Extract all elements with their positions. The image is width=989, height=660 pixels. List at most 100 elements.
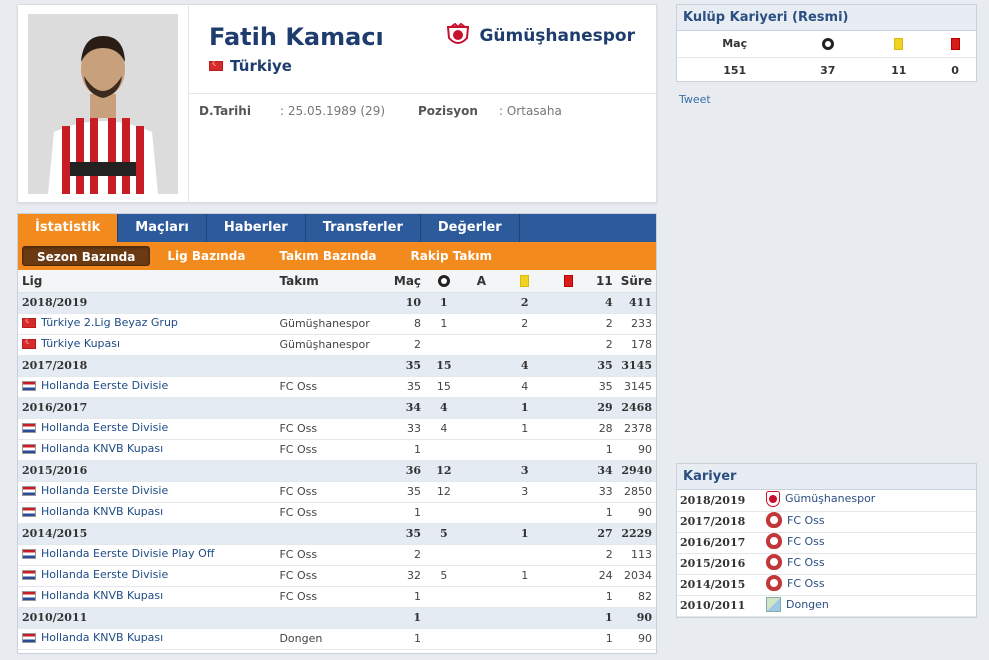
player-country-label: Türkiye	[230, 57, 292, 75]
league-link[interactable]: Hollanda KNVB Kupası	[22, 589, 163, 602]
stats-table: Lig Takım Maç A 11 Süre 2018/2019 10 1 2 4 41…	[18, 270, 656, 650]
league-link[interactable]: Türkiye Kupası	[22, 337, 120, 350]
subtab-lig-bazinda[interactable]: Lig Bazında	[150, 246, 262, 266]
tab-transferler[interactable]: Transferler	[306, 214, 421, 242]
league-link[interactable]: Hollanda Eerste Divisie Play Off	[22, 547, 214, 560]
starts-cell: 29	[586, 397, 617, 419]
subtab-rakip-takim[interactable]: Rakip Takım	[394, 246, 510, 266]
starts-cell: 28	[586, 418, 617, 440]
starts-cell: 35	[586, 376, 617, 398]
league-cell: Hollanda KNVB Kupası	[18, 586, 276, 608]
career-row: 2017/2018 FC Oss	[677, 511, 976, 533]
goals-cell	[425, 439, 463, 461]
minutes-cell: 2940	[616, 460, 656, 482]
matches-cell: 35	[375, 523, 426, 545]
yellow-cards-cell: 3	[500, 460, 550, 482]
league-cell: 2014/2015	[18, 523, 276, 545]
team-cell	[275, 355, 376, 377]
yellow-cards-cell: 2	[500, 292, 550, 314]
league-link[interactable]: Hollanda Eerste Divisie	[22, 568, 168, 581]
tab-haberler[interactable]: Haberler	[207, 214, 306, 242]
career-club-link[interactable]: Gümüşhanespor	[766, 490, 875, 507]
red-card-icon	[950, 38, 960, 51]
sub-tabs: Sezon Bazında Lig Bazında Takım Bazında …	[18, 242, 656, 270]
league-link[interactable]: Hollanda Eerste Divisie	[22, 379, 168, 392]
team-cell	[275, 460, 376, 482]
tweet-link[interactable]: Tweet	[679, 93, 711, 106]
table-row: Hollanda Eerste Divisie FC Oss 33 4 1 28 2378	[18, 418, 656, 440]
club-career-goal-header	[792, 31, 864, 58]
career-club-link[interactable]: FC Oss	[766, 533, 825, 549]
starts-cell: 24	[586, 565, 617, 587]
league-link[interactable]: Hollanda KNVB Kupası	[22, 505, 163, 518]
career-club-link[interactable]: FC Oss	[766, 512, 825, 528]
tab-maclari[interactable]: Maçları	[118, 214, 207, 242]
team-cell	[275, 523, 376, 545]
minutes-cell: 3145	[616, 376, 656, 398]
assists-cell	[462, 565, 501, 587]
league-link[interactable]: Hollanda Eerste Divisie	[22, 421, 168, 434]
red-cards-cell	[549, 439, 587, 461]
oss-crest-icon	[766, 533, 782, 549]
league-cell: Hollanda KNVB Kupası	[18, 439, 276, 461]
subtab-takim-bazinda[interactable]: Takım Bazında	[262, 246, 393, 266]
career-title: Kariyer	[677, 464, 976, 490]
career-row: 2010/2011 Dongen	[677, 595, 976, 617]
team-cell	[275, 397, 376, 419]
league-name: Hollanda Eerste Divisie	[41, 484, 169, 498]
red-cards-cell	[549, 313, 587, 335]
starts-cell: 1	[586, 586, 617, 608]
matches-cell: 35	[375, 355, 426, 377]
matches-cell: 1	[375, 586, 426, 608]
career-club-cell: FC Oss	[763, 574, 976, 596]
yellow-cards-cell	[500, 439, 550, 461]
team-cell: FC Oss	[275, 586, 376, 608]
red-card-icon	[563, 275, 573, 288]
league-name: Hollanda KNVB Kupası	[41, 442, 164, 456]
career-club-link[interactable]: FC Oss	[766, 554, 825, 570]
assists-cell	[462, 481, 501, 503]
position-value: : Ortasaha	[499, 104, 562, 118]
career-row: 2018/2019 Gümüşhanespor	[677, 490, 976, 512]
league-cell: Türkiye Kupası	[18, 334, 276, 356]
league-name: Hollanda Eerste Divisie	[41, 421, 169, 435]
team-cell: FC Oss	[275, 502, 376, 524]
career-club-cell: FC Oss	[763, 553, 976, 575]
minutes-cell: 90	[616, 607, 656, 629]
netherlands-flag-icon	[22, 632, 36, 643]
tab-istatistik[interactable]: İstatistik	[18, 214, 119, 242]
position-label: Pozisyon	[418, 104, 478, 118]
league-link[interactable]: Hollanda KNVB Kupası	[22, 631, 163, 644]
player-photo	[28, 14, 178, 194]
matches-cell: 1	[375, 439, 426, 461]
league-link[interactable]: Hollanda KNVB Kupası	[22, 442, 163, 455]
league-link[interactable]: Hollanda Eerste Divisie	[22, 484, 168, 497]
team-cell	[275, 607, 376, 629]
subtab-sezon-bazinda[interactable]: Sezon Bazında	[22, 246, 151, 266]
yellow-cards-cell: 1	[500, 397, 550, 419]
starts-cell: 35	[586, 355, 617, 377]
minutes-cell: 82	[616, 586, 656, 608]
league-link[interactable]: Türkiye 2.Lig Beyaz Grup	[22, 316, 178, 329]
main-tabs: İstatistik Maçları Haberler Transferler …	[18, 214, 656, 242]
starts-cell: 1	[586, 439, 617, 461]
career-club-link[interactable]: FC Oss	[766, 575, 825, 591]
minutes-cell: 2378	[616, 418, 656, 440]
assists-cell	[462, 586, 501, 608]
goals-cell: 12	[425, 481, 463, 503]
table-row: Türkiye KupasıGümüşhanespor22178	[18, 334, 656, 356]
matches-cell: 2	[375, 544, 426, 566]
matches-cell: 2	[375, 334, 426, 356]
career-season: 2014/2015	[677, 574, 763, 596]
matches-cell: 35	[375, 481, 426, 503]
career-club-link[interactable]: Dongen	[766, 596, 829, 612]
goals-cell: 1	[425, 292, 463, 314]
league-cell: Hollanda Eerste Divisie	[18, 418, 276, 440]
assists-cell	[462, 355, 501, 377]
league-cell: 2016/2017	[18, 397, 276, 419]
club-career-header-row: Maç	[677, 31, 976, 58]
player-club[interactable]: Gümüşhanespor	[445, 23, 635, 49]
red-cards-cell	[549, 334, 587, 356]
tab-degerler[interactable]: Değerler	[421, 214, 520, 242]
table-row: Hollanda Eerste Divisie FC Oss 35 15 4 35 3145	[18, 376, 656, 398]
